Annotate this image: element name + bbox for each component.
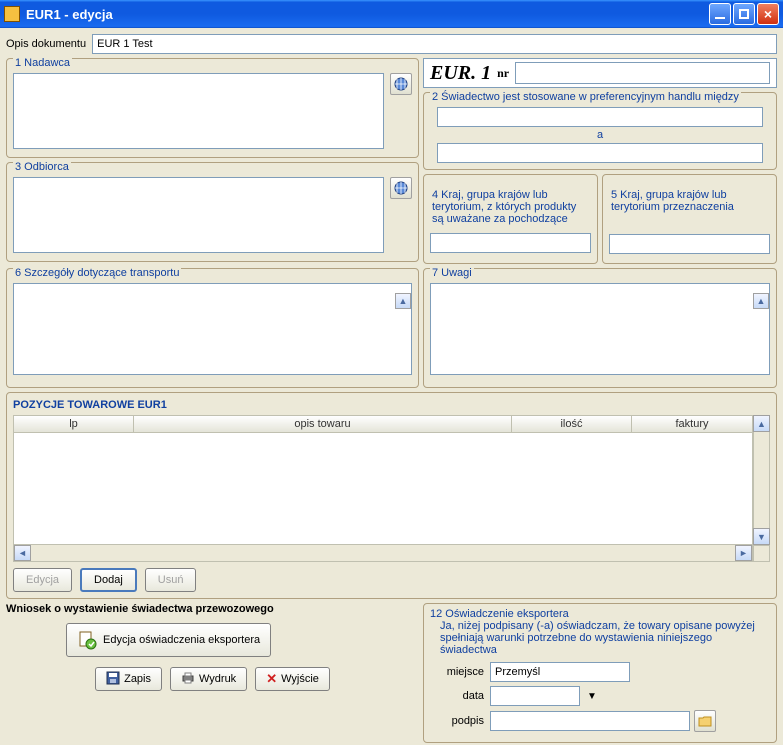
scroll-up-icon[interactable]: ▲ [753, 293, 769, 309]
folder-icon [698, 714, 712, 728]
vertical-scrollbar[interactable] [753, 432, 770, 528]
box2-separator: a [597, 129, 603, 141]
date-dropdown-button[interactable]: ▼ [584, 688, 600, 704]
col-opis: opis towaru [134, 416, 512, 432]
edycja-row-button[interactable]: Edycja [13, 568, 72, 592]
box2-input1[interactable] [437, 107, 763, 127]
eur-title: EUR. 1 [430, 62, 491, 85]
box12-label: 12 Oświadczenie eksportera [430, 608, 770, 620]
transport-textarea[interactable] [13, 283, 412, 375]
col-lp: lp [14, 416, 134, 432]
eur-nr-input[interactable] [515, 62, 770, 84]
pozycje-title: POZYCJE TOWAROWE EUR1 [13, 399, 770, 411]
box5-input[interactable] [609, 234, 770, 254]
data-input[interactable] [490, 686, 580, 706]
box2-label: 2 Świadectwo jest stosowane w preferency… [430, 91, 741, 103]
nadawca-textarea[interactable] [13, 73, 384, 149]
scroll-up-icon[interactable]: ▲ [753, 415, 770, 432]
maximize-button[interactable] [733, 3, 755, 25]
box1-label: 1 Nadawca [13, 57, 72, 69]
odbiorca-lookup-button[interactable] [390, 177, 412, 199]
podpis-browse-button[interactable] [694, 710, 716, 732]
close-button[interactable]: × [757, 3, 779, 25]
save-icon [106, 671, 120, 688]
opis-label: Opis dokumentu [6, 38, 86, 50]
podpis-input[interactable] [490, 711, 690, 731]
globe-icon [393, 76, 409, 92]
box12-desc: Ja, niżej podpisany (-a) oświadczam, że … [430, 620, 770, 656]
scroll-down-icon[interactable]: ▼ [753, 528, 770, 545]
box2-input2[interactable] [437, 143, 763, 163]
col-faktury: faktury [632, 416, 752, 432]
box5-label: 5 Kraj, grupa krajów lub terytorium prze… [609, 189, 770, 213]
titlebar: EUR1 - edycja × [0, 0, 783, 28]
data-label: data [430, 690, 484, 702]
edit-doc-icon [77, 630, 97, 650]
wniosek-title: Wniosek o wystawienie świadectwa przewoz… [6, 603, 419, 615]
grid-body[interactable] [13, 433, 753, 545]
zapis-button[interactable]: Zapis [95, 667, 162, 691]
window-title: EUR1 - edycja [26, 7, 113, 22]
print-icon [181, 671, 195, 688]
opis-input[interactable] [92, 34, 777, 54]
box6-label: 6 Szczegóły dotyczące transportu [13, 267, 181, 279]
miejsce-input[interactable] [490, 662, 630, 682]
nadawca-lookup-button[interactable] [390, 73, 412, 95]
app-icon [4, 6, 20, 22]
scroll-up-icon[interactable]: ▲ [395, 293, 411, 309]
podpis-label: podpis [430, 715, 484, 727]
wyjscie-button[interactable]: ✕ Wyjście [255, 667, 330, 691]
box3-label: 3 Odbiorca [13, 161, 71, 173]
odbiorca-textarea[interactable] [13, 177, 384, 253]
miejsce-label: miejsce [430, 666, 484, 678]
usun-button[interactable]: Usuń [145, 568, 197, 592]
globe-icon [393, 180, 409, 196]
scroll-left-icon[interactable]: ◄ [14, 545, 31, 561]
edycja-oswiadczenia-label: Edycja oświadczenia eksportera [103, 634, 260, 646]
exit-icon: ✕ [266, 671, 277, 687]
box4-label: 4 Kraj, grupa krajów lub terytorium, z k… [430, 189, 591, 225]
uwagi-textarea[interactable] [430, 283, 770, 375]
eur-nr-label: nr [497, 66, 509, 81]
minimize-button[interactable] [709, 3, 731, 25]
grid-header: lp opis towaru ilość faktury [13, 415, 753, 433]
dodaj-button[interactable]: Dodaj [80, 568, 137, 592]
wydruk-button[interactable]: Wydruk [170, 667, 247, 691]
box7-label: 7 Uwagi [430, 267, 474, 279]
col-ilosc: ilość [512, 416, 632, 432]
scroll-right-icon[interactable]: ► [735, 545, 752, 561]
horizontal-scrollbar[interactable]: ◄ ► [13, 545, 753, 562]
box4-input[interactable] [430, 233, 591, 253]
eur-header: EUR. 1 nr [423, 58, 777, 88]
edycja-oswiadczenia-button[interactable]: Edycja oświadczenia eksportera [66, 623, 271, 657]
